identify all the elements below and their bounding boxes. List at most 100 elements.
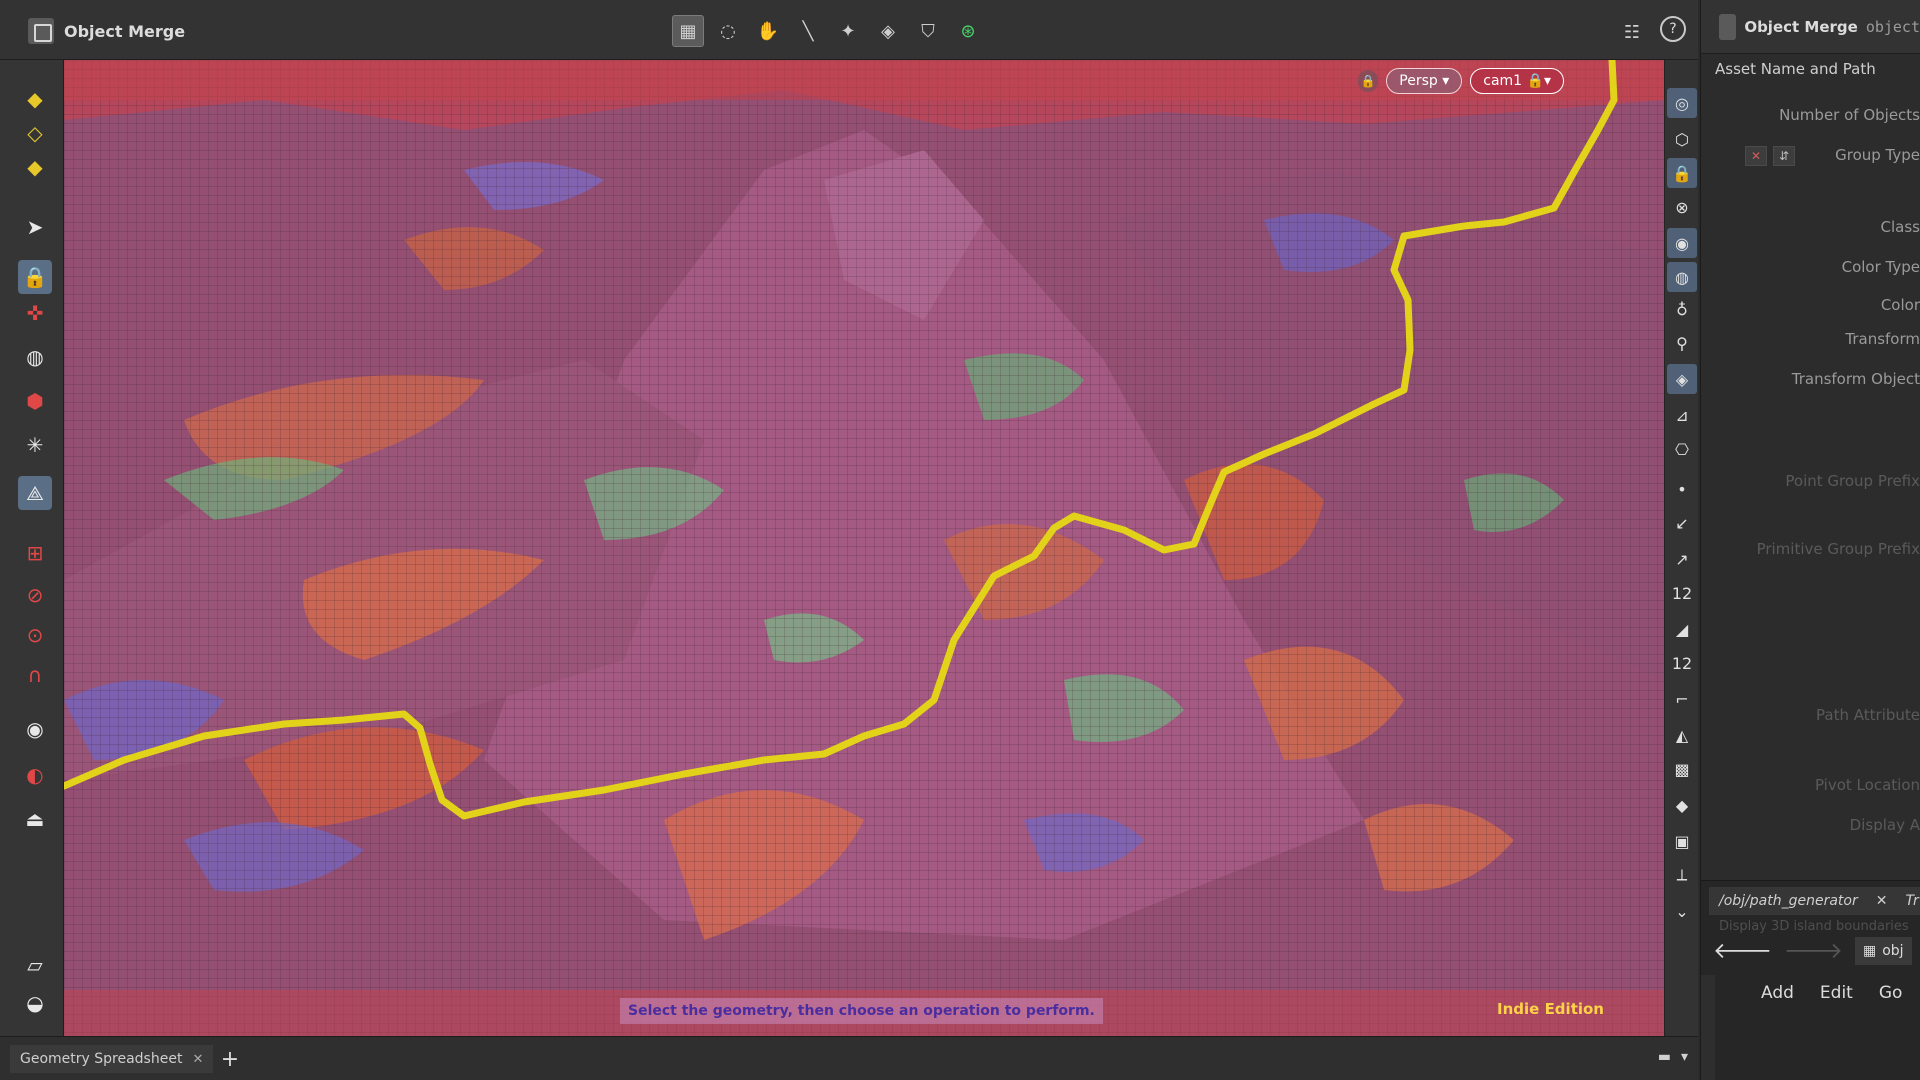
display-options-icon[interactable]: ☷ bbox=[1616, 16, 1648, 48]
object-merge-icon bbox=[28, 18, 54, 44]
magnet-icon[interactable]: ∩ bbox=[18, 658, 52, 692]
network-path-label: /obj/path_generator bbox=[1719, 893, 1858, 909]
vertex-numbers-icon[interactable]: 12 bbox=[1667, 648, 1697, 678]
point-numbers-icon[interactable]: 12 bbox=[1667, 578, 1697, 608]
pointer-tool-icon[interactable]: ➤ bbox=[18, 210, 52, 244]
point-display-icon[interactable]: • bbox=[1667, 474, 1697, 504]
back-arrow-icon[interactable]: 🡐 bbox=[1713, 938, 1772, 964]
lock-selection-icon[interactable]: 🔒 bbox=[18, 260, 52, 294]
laser-select-icon[interactable]: ╲ bbox=[792, 15, 824, 47]
bounding-box-icon[interactable]: ▣ bbox=[1667, 826, 1697, 856]
param-label: Point Group Prefix bbox=[1785, 472, 1920, 490]
camera-frustum-icon[interactable]: ⊿ bbox=[1667, 400, 1697, 430]
terrain-render[interactable] bbox=[64, 60, 1664, 1036]
render-view-icon[interactable]: ◈ bbox=[1667, 364, 1697, 394]
lock-camera-icon[interactable]: 🔒 bbox=[1358, 70, 1379, 92]
bottom-pane-tabs: Geometry Spreadsheet ✕ + ▬ ▾ bbox=[0, 1036, 1698, 1080]
snap-mode-icon[interactable]: ⊛ bbox=[952, 15, 984, 47]
close-icon[interactable]: ✕ bbox=[1876, 893, 1888, 909]
handle-tool-icon[interactable]: ⟁ bbox=[18, 476, 52, 510]
multiparm-controls: ✕ ⇵ bbox=[1745, 146, 1795, 166]
camera-menu[interactable]: cam1 🔒▾ bbox=[1470, 68, 1564, 94]
snap-grid-icon[interactable]: ⊞ bbox=[18, 536, 52, 570]
scene-viewport[interactable]: 🔒 Persp ▾ cam1 🔒▾ Select the geometry, t… bbox=[64, 60, 1664, 1036]
second-tab-label[interactable]: Tr bbox=[1905, 893, 1918, 909]
hide-icon[interactable]: ⊗ bbox=[1667, 192, 1697, 222]
uv-icon[interactable]: ◭ bbox=[1667, 720, 1697, 750]
lasso-select-icon[interactable]: ◌ bbox=[712, 15, 744, 47]
lock-view-icon[interactable]: 🔒 bbox=[1667, 158, 1697, 188]
tab-geometry-spreadsheet[interactable]: Geometry Spreadsheet ✕ bbox=[10, 1045, 214, 1073]
menu-go[interactable]: Go bbox=[1879, 983, 1903, 1003]
pane-title: Object Merge bbox=[28, 17, 185, 45]
object-merge-node-icon bbox=[1719, 13, 1737, 40]
viewport-status-message: Select the geometry, then choose an oper… bbox=[620, 998, 1103, 1024]
param-label: Transform bbox=[1845, 330, 1920, 348]
shading-icon[interactable]: ◉ bbox=[1667, 228, 1697, 258]
network-editor: /obj/path_generator ✕ Tr Display 3D isla… bbox=[1700, 880, 1920, 1080]
brush-select-icon[interactable]: ✋ bbox=[752, 15, 784, 47]
parameter-panel: Object Merge object Asset Name and Path … bbox=[1700, 0, 1920, 880]
close-icon[interactable]: ✕ bbox=[192, 1052, 203, 1067]
insert-icon[interactable]: ⇵ bbox=[1773, 146, 1795, 166]
chevron-down-icon[interactable]: ▾ bbox=[1681, 1049, 1688, 1065]
pose-tool-icon[interactable]: ✳ bbox=[18, 428, 52, 462]
param-label: Color Type bbox=[1841, 258, 1920, 276]
select-primitives-icon[interactable]: ◆ bbox=[18, 150, 52, 184]
menu-add[interactable]: Add bbox=[1761, 983, 1794, 1003]
user-light-icon[interactable]: ⚲ bbox=[1667, 328, 1697, 358]
ghost-display-icon[interactable]: ◎ bbox=[1667, 88, 1697, 118]
view-mode-label: Persp bbox=[1399, 73, 1438, 89]
help-icon[interactable]: ? bbox=[1660, 16, 1686, 42]
wireframe-icon[interactable]: ⬡ bbox=[1667, 124, 1697, 154]
forward-arrow-icon[interactable]: 🡒 bbox=[1784, 938, 1843, 964]
render-region-icon[interactable]: ◐ bbox=[18, 758, 52, 792]
toolbar-right: ☷ ? bbox=[1616, 16, 1686, 48]
camera-tool2-icon[interactable]: ⎔ bbox=[1667, 434, 1697, 464]
selection-tools: ▦ ◌ ✋ ╲ ✦ ◈ ⛉ ⊛ bbox=[672, 14, 984, 48]
select-tool-icon[interactable]: ◆ bbox=[18, 82, 52, 116]
view-mode-menu[interactable]: Persp ▾ bbox=[1386, 68, 1463, 94]
tab-network-path[interactable]: /obj/path_generator ✕ Tr bbox=[1709, 887, 1920, 915]
snap-prim-icon[interactable]: ⊘ bbox=[18, 578, 52, 612]
select-visible-icon[interactable]: ◈ bbox=[872, 15, 904, 47]
move-tool-icon[interactable]: ✜ bbox=[18, 296, 52, 330]
box-select-icon[interactable]: ▦ bbox=[672, 15, 704, 47]
display-flags-icon[interactable]: ◒ bbox=[18, 986, 52, 1020]
network-menu: Add Edit Go bbox=[1761, 983, 1902, 1003]
node-name-field[interactable]: object bbox=[1866, 18, 1920, 36]
add-tab-icon[interactable]: + bbox=[216, 1045, 244, 1073]
scroll-more-icon[interactable]: ⌄ bbox=[1667, 896, 1697, 926]
checker-icon[interactable]: ▩ bbox=[1667, 754, 1697, 784]
background-image-icon[interactable]: ▱ bbox=[18, 948, 52, 982]
secure-selection-icon[interactable]: ⛉ bbox=[912, 15, 944, 47]
param-label: Color bbox=[1880, 296, 1920, 314]
pane-layout-icon[interactable]: ▬ bbox=[1658, 1049, 1671, 1065]
point-normals-icon[interactable]: ↙ bbox=[1667, 508, 1697, 538]
network-nav: 🡐 🡒 ▦ obj ◕ bbox=[1713, 937, 1920, 965]
prim-normals-icon[interactable]: ↗ bbox=[1667, 544, 1697, 574]
axes-icon[interactable]: ⟂ bbox=[1667, 860, 1697, 890]
param-label: Path Attribute bbox=[1816, 706, 1920, 724]
select-groups-icon[interactable]: ✦ bbox=[832, 15, 864, 47]
tool-shelf-left: ◆ ◇ ◆ ➤ 🔒 ✜ ◍ ⬢ ✳ ⟁ ⊞ ⊘ ⊙ ∩ ◉ ◐ ⏏ ▱ ◒ bbox=[0, 60, 64, 1036]
param-label: Primitive Group Prefix bbox=[1756, 540, 1920, 558]
prim-numbers-icon[interactable]: ◢ bbox=[1667, 614, 1697, 644]
viewport-view-controls: 🔒 Persp ▾ cam1 🔒▾ bbox=[1358, 68, 1564, 94]
headlight-icon[interactable]: ♁ bbox=[1667, 294, 1697, 324]
view-tool-icon[interactable]: ◉ bbox=[18, 712, 52, 746]
viewport-toolbar: Object Merge ▦ ◌ ✋ ╲ ✦ ◈ ⛉ ⊛ ☷ ? bbox=[0, 0, 1698, 60]
corner-icon[interactable]: ⌐ bbox=[1667, 684, 1697, 714]
snap-point-icon[interactable]: ⊙ bbox=[18, 618, 52, 652]
origin-icon[interactable]: ◆ bbox=[1667, 790, 1697, 820]
asset-section-label: Asset Name and Path bbox=[1715, 60, 1876, 78]
breadcrumb-obj[interactable]: ▦ obj bbox=[1855, 937, 1912, 965]
select-points-icon[interactable]: ◇ bbox=[18, 116, 52, 150]
camera-tool-icon[interactable]: ⏏ bbox=[18, 802, 52, 836]
menu-edit[interactable]: Edit bbox=[1820, 983, 1853, 1003]
rotate-tool-icon[interactable]: ◍ bbox=[18, 340, 52, 374]
scale-tool-icon[interactable]: ⬢ bbox=[18, 384, 52, 418]
light-icon[interactable]: ◍ bbox=[1667, 262, 1697, 292]
remove-icon[interactable]: ✕ bbox=[1745, 146, 1767, 166]
tab-label: Geometry Spreadsheet bbox=[20, 1051, 183, 1067]
